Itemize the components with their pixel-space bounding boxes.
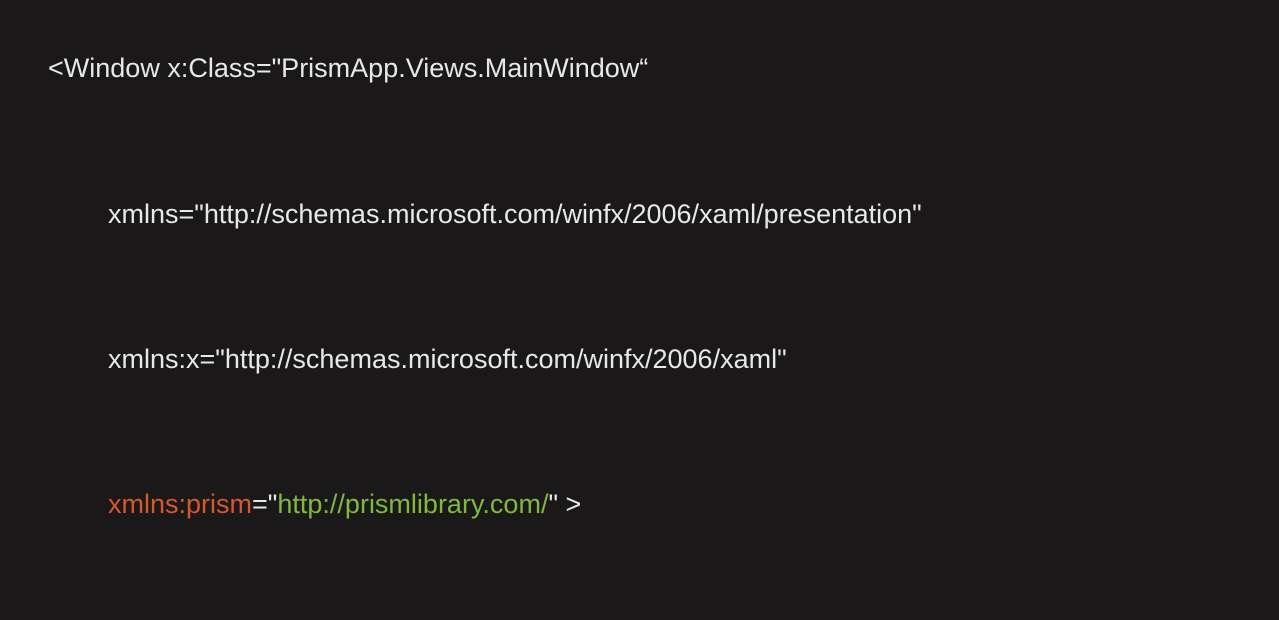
code-block: <Window x:Class="PrismApp.Views.MainWind… [0, 0, 1279, 620]
code-line-4: xmlns:prism="http://prismlibrary.com/" > [18, 450, 1261, 559]
code-text: =" [252, 489, 277, 519]
code-line-5: <Grid> [18, 595, 1261, 620]
code-text: xmlns:x="http://schemas.microsoft.com/wi… [108, 344, 787, 374]
code-line-1: <Window x:Class="PrismApp.Views.MainWind… [18, 14, 1261, 123]
prism-url: http://prismlibrary.com/ [277, 489, 548, 519]
code-line-3: xmlns:x="http://schemas.microsoft.com/wi… [18, 305, 1261, 414]
code-text: <Window x:Class="PrismApp.Views.MainWind… [48, 53, 648, 83]
xmlns-prism-attr: xmlns:prism [108, 489, 252, 519]
code-text: xmlns="http://schemas.microsoft.com/winf… [108, 199, 922, 229]
code-text: " > [548, 489, 581, 519]
code-line-2: xmlns="http://schemas.microsoft.com/winf… [18, 159, 1261, 268]
